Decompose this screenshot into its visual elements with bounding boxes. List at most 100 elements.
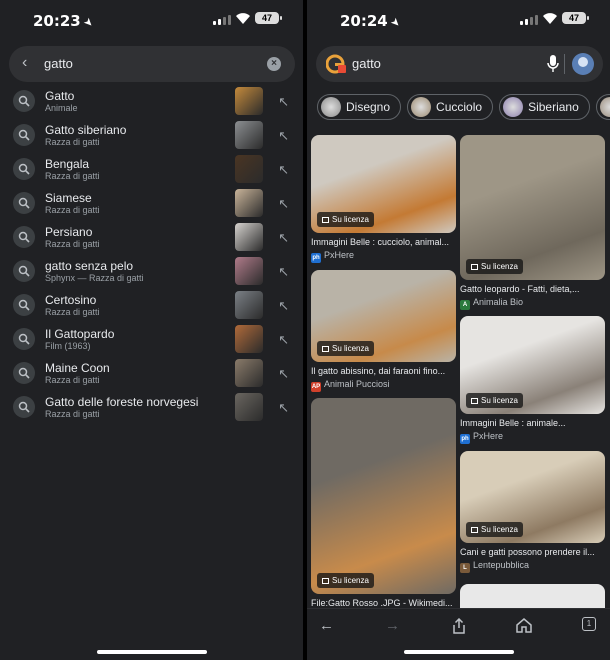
image-result[interactable]: Su licenza	[311, 398, 456, 594]
chip-label: Siberiano	[528, 100, 579, 114]
result-source[interactable]: AP Animali Pucciosi	[311, 379, 390, 392]
suggestion-title: Gatto delle foreste norvegesi	[45, 395, 199, 409]
chip-label: Cucciolo	[436, 100, 483, 114]
avatar[interactable]	[572, 53, 594, 75]
license-badge[interactable]: Su licenza	[466, 259, 523, 274]
license-badge[interactable]: Su licenza	[317, 573, 374, 588]
suggestion-thumbnail	[235, 121, 263, 149]
search-bar[interactable]: ‹ gatto ×	[9, 46, 295, 82]
image-icon	[471, 264, 478, 270]
suggestion-title: Gatto siberiano	[45, 123, 127, 137]
fill-arrow-icon[interactable]: ↖	[278, 162, 289, 178]
image-result[interactable]: Su licenza	[460, 451, 605, 543]
result-source[interactable]: ph PxHere	[460, 431, 503, 444]
status-bar: 20:24➤ 47	[307, 0, 610, 40]
share-icon[interactable]	[452, 618, 466, 634]
search-icon	[13, 192, 35, 214]
fill-arrow-icon[interactable]: ↖	[278, 196, 289, 212]
chip-image	[599, 97, 610, 117]
divider	[564, 54, 565, 74]
suggestion-row[interactable]: gatto senza pelo Sphynx — Razza di gatti ↖	[0, 254, 303, 288]
filter-chip[interactable]: Cucciolo	[407, 94, 494, 120]
filter-chips: Disegno Cucciolo Siberiano Norv	[317, 94, 610, 120]
search-icon	[13, 294, 35, 316]
suggestion-subtitle: Razza di gatti	[45, 171, 100, 181]
result-title[interactable]: Il gatto abissino, dai faraoni fino...	[311, 366, 456, 376]
suggestion-row[interactable]: Persiano Razza di gatti ↖	[0, 220, 303, 254]
battery-icon: 47	[255, 12, 282, 24]
site-favicon: ph	[460, 434, 470, 444]
search-icon	[13, 90, 35, 112]
battery-icon: 47	[562, 12, 589, 24]
clear-icon[interactable]: ×	[267, 57, 281, 71]
search-bar[interactable]: gatto	[316, 46, 603, 82]
suggestion-thumbnail	[235, 325, 263, 353]
forward-arrow-icon[interactable]: →	[385, 617, 400, 634]
suggestion-title: Maine Coon	[45, 361, 110, 375]
result-source[interactable]: ph PxHere	[311, 250, 354, 263]
license-badge[interactable]: Su licenza	[317, 341, 374, 356]
fill-arrow-icon[interactable]: ↖	[278, 400, 289, 416]
back-icon[interactable]: ‹	[22, 54, 27, 72]
image-result[interactable]: Su licenza	[311, 270, 456, 362]
search-input[interactable]: gatto	[44, 56, 73, 71]
suggestion-row[interactable]: Gatto delle foreste norvegesi Razza di ga…	[0, 390, 303, 424]
site-favicon: L	[460, 563, 470, 573]
result-title[interactable]: Cani e gatti possono prendere il...	[460, 547, 605, 557]
image-results-screen: 20:24➤ 47 gatto Disegno Cucciolo Siberiano…	[307, 0, 610, 660]
filter-chip[interactable]: Norv	[595, 94, 610, 120]
suggestion-row[interactable]: Gatto siberiano Razza di gatti ↖	[0, 118, 303, 152]
suggestion-row[interactable]: Certosino Razza di gatti ↖	[0, 288, 303, 322]
chip-label: Disegno	[346, 100, 391, 114]
fill-arrow-icon[interactable]: ↖	[278, 332, 289, 348]
wifi-icon	[236, 13, 250, 24]
license-badge[interactable]: Su licenza	[466, 393, 523, 408]
filter-chip[interactable]: Siberiano	[499, 94, 590, 120]
result-source[interactable]: A Animalia Bio	[460, 297, 523, 310]
fill-arrow-icon[interactable]: ↖	[278, 128, 289, 144]
filter-chip[interactable]: Disegno	[317, 94, 402, 120]
result-source[interactable]: L Lentepubblica	[460, 560, 529, 573]
image-result[interactable]: Su licenza	[460, 135, 605, 280]
chip-image	[321, 97, 341, 117]
result-title[interactable]: Immagini Belle : cucciolo, animal...	[311, 237, 456, 247]
license-badge[interactable]: Su licenza	[317, 212, 374, 227]
result-title[interactable]: Gatto leopardo - Fatti, dieta,...	[460, 284, 605, 294]
chip-image	[411, 97, 432, 117]
suggestion-thumbnail	[235, 155, 263, 183]
status-time: 20:23➤	[33, 12, 97, 31]
suggestion-row[interactable]: Bengala Razza di gatti ↖	[0, 152, 303, 186]
fill-arrow-icon[interactable]: ↖	[278, 94, 289, 110]
license-badge[interactable]: Su licenza	[466, 522, 523, 537]
suggestion-row[interactable]: Maine Coon Razza di gatti ↖	[0, 356, 303, 390]
chip-image	[503, 97, 524, 117]
fill-arrow-icon[interactable]: ↖	[278, 264, 289, 280]
home-indicator	[96, 650, 207, 654]
tabs-icon[interactable]: 1	[582, 617, 596, 631]
suggestion-row[interactable]: Gatto Animale ↖	[0, 84, 303, 118]
suggestion-thumbnail	[235, 223, 263, 251]
result-title[interactable]: File:Gatto Rosso .JPG - Wikimedi...	[311, 598, 456, 608]
fill-arrow-icon[interactable]: ↖	[278, 298, 289, 314]
fill-arrow-icon[interactable]: ↖	[278, 366, 289, 382]
home-indicator	[403, 650, 514, 654]
back-arrow-icon[interactable]: ←	[319, 617, 334, 634]
suggestion-thumbnail	[235, 257, 263, 285]
image-result[interactable]: Su licenza	[460, 316, 605, 414]
suggestion-subtitle: Razza di gatti	[45, 307, 100, 317]
suggestion-row[interactable]: Siamese Razza di gatti ↖	[0, 186, 303, 220]
microphone-icon[interactable]	[547, 55, 559, 73]
search-input[interactable]: gatto	[352, 56, 381, 71]
suggestion-thumbnail	[235, 87, 263, 115]
suggestion-subtitle: Razza di gatti	[45, 137, 100, 147]
home-icon[interactable]	[516, 618, 532, 633]
image-result[interactable]: Su licenza	[311, 135, 456, 233]
fill-arrow-icon[interactable]: ↖	[278, 230, 289, 246]
suggestion-row[interactable]: Il Gattopardo Film (1963) ↖	[0, 322, 303, 356]
result-title[interactable]: Immagini Belle : animale...	[460, 418, 605, 428]
image-icon	[471, 527, 478, 533]
suggestion-title: gatto senza pelo	[45, 259, 134, 273]
status-bar: 20:23➤ 47	[0, 0, 303, 40]
image-icon	[471, 398, 478, 404]
google-logo-icon[interactable]	[326, 54, 348, 74]
